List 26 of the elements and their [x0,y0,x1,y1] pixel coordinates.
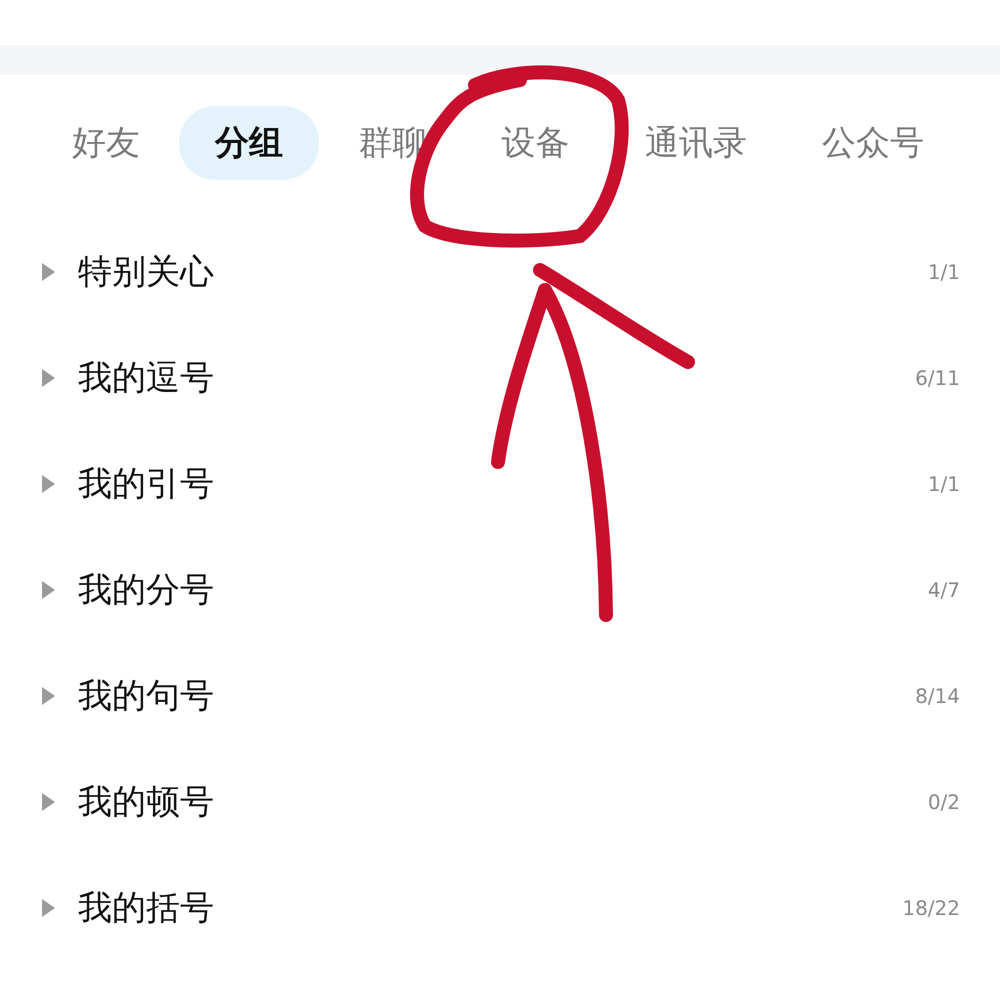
group-count: 4/7 [928,578,960,602]
group-count: 8/14 [915,684,960,708]
tab[interactable]: 设备 [466,106,606,180]
group-name: 我的逗号 [78,357,215,400]
tab[interactable]: 通讯录 [608,106,783,180]
group-row[interactable]: 我的顿号 0/2 [0,749,1000,855]
group-count: 6/11 [915,366,960,390]
group-name: 特别关心 [78,251,215,294]
tab[interactable]: 好友 [36,106,176,180]
group-name: 我的句号 [78,675,215,718]
group-name: 我的分号 [78,569,215,612]
group-count: 1/1 [928,472,960,496]
group-count: 18/22 [902,896,960,920]
group-row[interactable]: 我的引号 1/1 [0,431,1000,537]
tab[interactable]: 分组 [179,106,320,180]
group-name: 我的顿号 [78,781,215,824]
group-name: 我的引号 [78,463,215,506]
group-row[interactable]: 特别关心 1/1 [0,219,1000,325]
group-row[interactable]: 我的括号 18/22 [0,855,1000,961]
tab[interactable]: 公众号 [786,106,960,180]
group-count: 1/1 [928,260,960,284]
group-count: 0/2 [928,790,960,814]
group-name: 我的括号 [78,887,215,930]
group-row[interactable]: 我的分号 4/7 [0,537,1000,643]
group-row[interactable]: 我的逗号 6/11 [0,325,1000,431]
group-row[interactable]: 我的句号 8/14 [0,643,1000,749]
